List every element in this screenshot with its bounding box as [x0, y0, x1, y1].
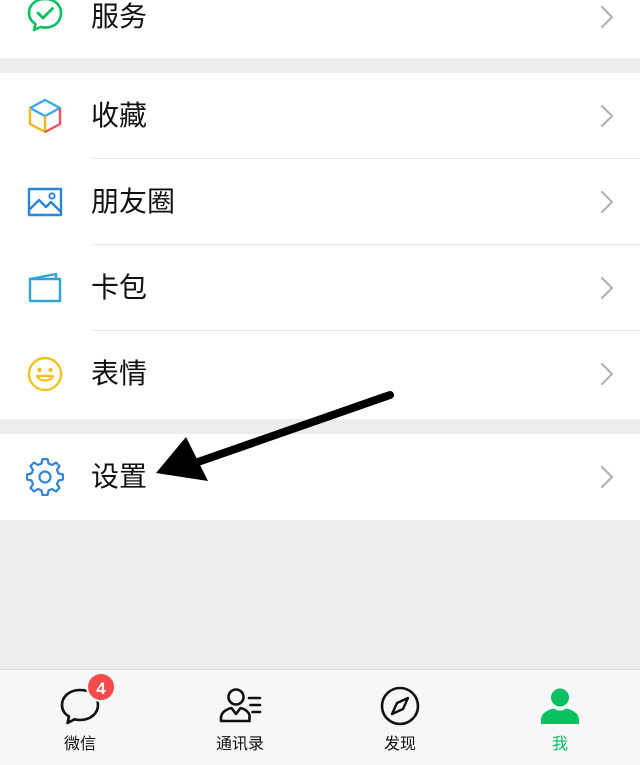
cards-wallet-icon [28, 272, 62, 303]
tab-label: 微信 [63, 734, 96, 753]
chevron-right-icon [600, 465, 614, 489]
chevron-right-icon [600, 5, 614, 29]
tab-label: 通讯录 [215, 734, 264, 753]
chevron-right-icon [600, 190, 614, 214]
tab-label: 发现 [383, 734, 416, 753]
menu-item-label: 卡包 [91, 271, 148, 304]
tab-me[interactable]: 我 [480, 670, 640, 765]
moments-picture-icon [27, 187, 63, 217]
chevron-right-icon [600, 276, 614, 300]
menu-item-label: 设置 [91, 460, 148, 493]
tab-contacts[interactable]: 通讯录 [160, 670, 320, 765]
bottom-tab-bar: 4 微信 通讯录 发现 我 [0, 669, 640, 765]
chevron-right-icon [600, 104, 614, 128]
features-group: 收藏 朋友圈 卡包 表情 [0, 73, 640, 419]
menu-item-label: 朋友圈 [91, 185, 176, 218]
stickers-smile-icon [27, 356, 63, 392]
menu-item-label: 收藏 [91, 99, 148, 132]
me-person-icon [541, 688, 579, 724]
compass-icon [380, 686, 420, 726]
chevron-right-icon [600, 362, 614, 386]
menu-item-moments[interactable]: 朋友圈 [0, 159, 640, 245]
services-group: 服务 [0, 0, 640, 58]
settings-gear-icon [26, 458, 64, 496]
menu-item-services[interactable]: 服务 [0, 0, 640, 58]
contacts-person-icon [219, 688, 262, 723]
tab-chats[interactable]: 4 微信 [0, 670, 160, 765]
tab-discover[interactable]: 发现 [320, 670, 480, 765]
menu-item-label: 表情 [91, 357, 148, 390]
services-check-icon [27, 0, 63, 32]
favorites-cube-icon [28, 98, 62, 134]
annotation-arrow [156, 391, 394, 481]
menu-item-favorites[interactable]: 收藏 [0, 73, 640, 159]
unread-badge: 4 [86, 672, 116, 702]
menu-item-label: 服务 [91, 0, 148, 33]
tab-label: 我 [551, 734, 568, 753]
menu-item-cards[interactable]: 卡包 [0, 245, 640, 331]
